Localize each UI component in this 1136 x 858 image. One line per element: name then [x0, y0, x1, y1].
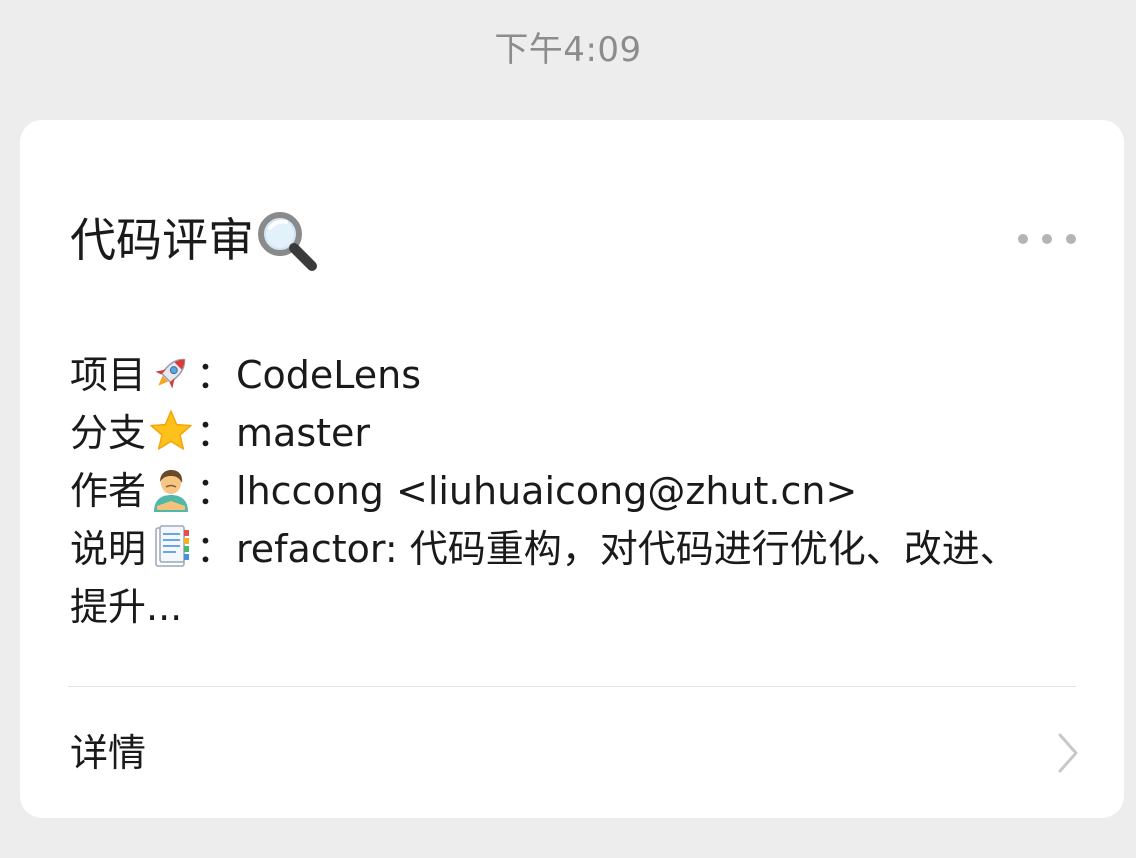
details-link[interactable]: 详情 [20, 687, 1124, 818]
author-separator: ： [196, 469, 235, 513]
author-label: 作者 [70, 469, 147, 513]
project-value: CodeLens [236, 353, 422, 397]
chevron-right-icon [1056, 731, 1080, 775]
card-header: 代码评审 [70, 208, 1076, 272]
more-options-button[interactable] [1018, 224, 1076, 254]
description-separator: ： [196, 527, 235, 571]
chat-page: 下午4:09 代码评审 项目 ：CodeLens 分支 ：master 作者 ：… [0, 0, 1136, 858]
magnifying-glass-icon [254, 208, 320, 272]
project-separator: ： [196, 353, 235, 397]
more-dots-icon [1018, 234, 1028, 244]
author-value: lhccong <liuhuaicong@zhut.cn> [236, 469, 858, 513]
info-row-description: 说明 ：refactor: 代码重构，对代码进行优化、改进、提升... [70, 520, 1030, 636]
card-title: 代码评审 [70, 213, 254, 267]
notepad-icon [148, 524, 194, 570]
info-row-project: 项目 ：CodeLens [70, 346, 1030, 404]
card-title-wrap: 代码评审 [70, 208, 320, 276]
rocket-icon [148, 350, 194, 396]
message-timestamp: 下午4:09 [494, 30, 642, 70]
description-label: 说明 [70, 527, 147, 571]
details-label: 详情 [70, 731, 147, 775]
person-icon [148, 466, 194, 512]
review-info: 项目 ：CodeLens 分支 ：master 作者 ：lhccong <liu… [70, 346, 1030, 636]
project-label: 项目 [70, 353, 147, 397]
branch-separator: ： [196, 411, 235, 455]
info-row-author: 作者 ：lhccong <liuhuaicong@zhut.cn> [70, 462, 1030, 520]
info-row-branch: 分支 ：master [70, 404, 1030, 462]
branch-label: 分支 [70, 411, 147, 455]
star-icon [148, 408, 194, 454]
code-review-card[interactable]: 代码评审 项目 ：CodeLens 分支 ：master 作者 ：lhccong… [20, 120, 1124, 818]
branch-value: master [236, 411, 371, 455]
more-dot [1066, 234, 1076, 244]
more-dot [1042, 234, 1052, 244]
